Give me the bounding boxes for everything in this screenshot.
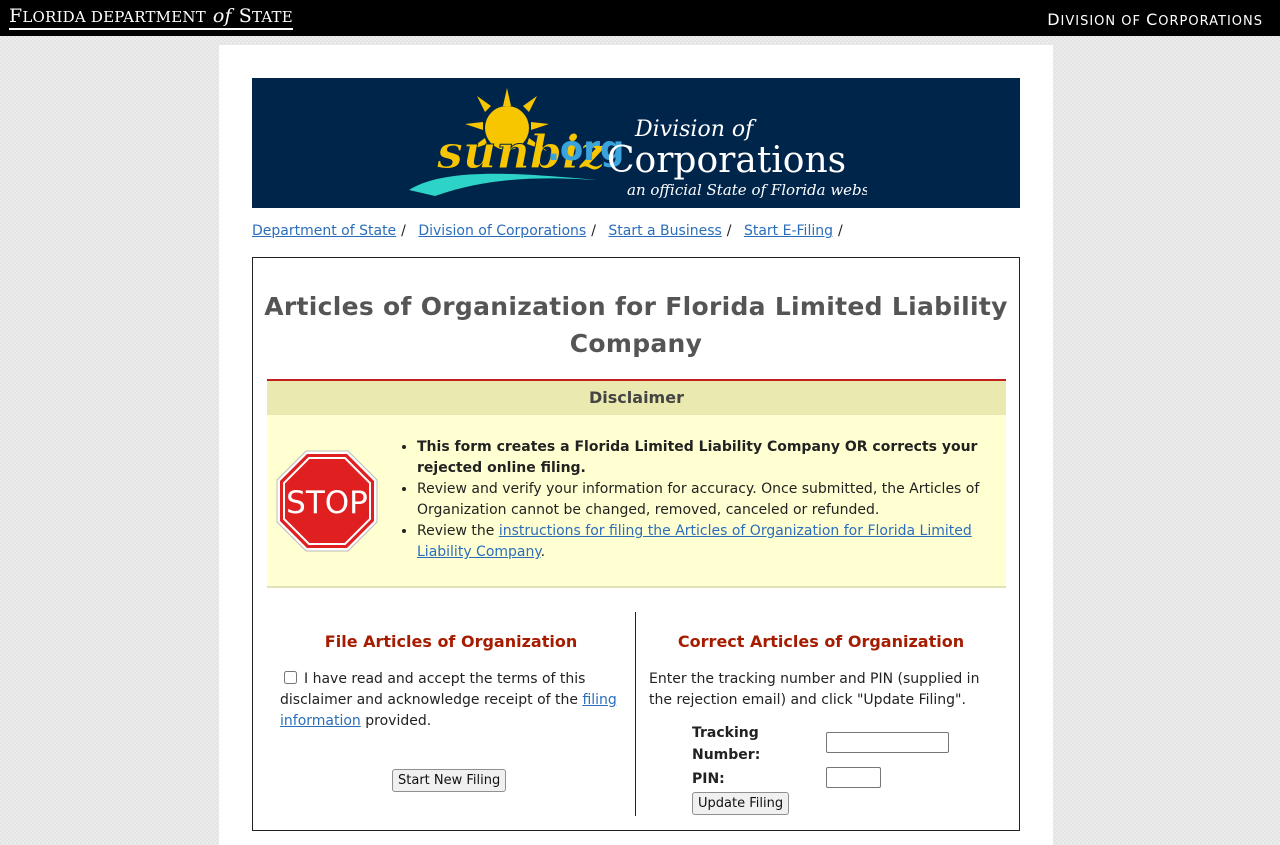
logo-text: LORIDA DEPARTMENT	[22, 8, 206, 26]
page-title: Articles of Organization for Florida Lim…	[253, 288, 1019, 362]
page-container: sunbiz .org Division of Corporations an …	[219, 45, 1053, 845]
title-letter: D	[1047, 10, 1061, 29]
stop-sign-text: STOP	[286, 485, 368, 521]
filing-box: Articles of Organization for Florida Lim…	[252, 257, 1020, 831]
breadcrumb-separator: /	[837, 223, 843, 239]
disclaimer-item: Review the instructions for filing the A…	[417, 521, 993, 563]
logo-of: of	[212, 5, 232, 27]
breadcrumb-start-a-business[interactable]: Start a Business	[608, 223, 721, 239]
breadcrumb-department-of-state[interactable]: Department of State	[252, 223, 396, 239]
pin-input[interactable]	[826, 767, 881, 788]
stop-sign-icon: STOP	[276, 450, 378, 552]
tracking-label-line: Tracking	[692, 725, 759, 741]
accept-terms-text: I have read and accept the terms of this…	[280, 671, 586, 708]
accept-terms-text: provided.	[360, 713, 432, 729]
disclaimer-item-text: .	[540, 544, 546, 560]
banner-corporations-text: Corporations	[607, 140, 846, 181]
breadcrumb: Department of State / Division of Corpora…	[252, 223, 851, 239]
correct-articles-heading: Correct Articles of Organization	[677, 632, 965, 651]
sunbiz-banner[interactable]: sunbiz .org Division of Corporations an …	[252, 78, 1020, 208]
pin-label: PIN:	[692, 771, 725, 787]
breadcrumb-separator: /	[591, 223, 596, 239]
title-letter: C	[1146, 10, 1159, 29]
disclaimer-item: Review and verify your information for a…	[417, 479, 993, 521]
banner-division-text: Division of	[634, 117, 757, 142]
accept-terms: I have read and accept the terms of this…	[280, 669, 630, 732]
disclaimer-body: STOP This form creates a Florida Limited…	[267, 415, 1006, 588]
disclaimer-heading: Disclaimer	[267, 379, 1006, 415]
correct-instructions: Enter the tracking number and PIN (suppl…	[649, 671, 980, 708]
banner-tagline: an official State of Florida website	[627, 181, 867, 199]
breadcrumb-separator: /	[726, 223, 732, 239]
breadcrumb-start-e-filing[interactable]: Start E-Filing	[744, 223, 833, 239]
disclaimer-list: This form creates a Florida Limited Liab…	[403, 437, 993, 563]
top-bar: FLORIDA DEPARTMENT of STATE DIVISION OF …	[0, 0, 1280, 36]
accept-terms-checkbox[interactable]	[284, 671, 297, 684]
tracking-number-label: Tracking Number:	[692, 722, 760, 766]
logo-text: TATE	[251, 8, 293, 26]
update-filing-button[interactable]: Update Filing	[692, 792, 790, 815]
page-title-line: Company	[569, 329, 703, 358]
logo-letter: F	[9, 5, 23, 27]
disclaimer-item-text: Review the	[417, 523, 499, 539]
correct-articles-section: Correct Articles of Organization Enter t…	[635, 612, 1006, 816]
sunbiz-logo: sunbiz .org Division of Corporations an …	[409, 88, 867, 199]
tracking-label-line: Number:	[692, 747, 761, 763]
title-text: IVISION OF	[1060, 14, 1141, 29]
file-articles-section: File Articles of Organization I have rea…	[267, 612, 635, 816]
division-of-corporations-title[interactable]: DIVISION OF CORPORATIONS	[1047, 10, 1263, 29]
breadcrumb-division-of-corporations[interactable]: Division of Corporations	[418, 223, 586, 239]
instructions-link[interactable]: instructions for filing the Articles of …	[417, 523, 972, 560]
disclaimer-item: This form creates a Florida Limited Liab…	[417, 437, 993, 479]
start-new-filing-button[interactable]: Start New Filing	[392, 769, 507, 792]
file-articles-heading: File Articles of Organization	[324, 632, 578, 651]
florida-department-of-state-logo[interactable]: FLORIDA DEPARTMENT of STATE	[9, 6, 293, 30]
tracking-number-input[interactable]	[826, 732, 949, 753]
logo-letter: S	[238, 5, 252, 27]
breadcrumb-separator: /	[401, 223, 406, 239]
title-text: ORPORATIONS	[1158, 14, 1263, 29]
page-title-line: Articles of Organization for Florida Lim…	[264, 292, 1008, 321]
